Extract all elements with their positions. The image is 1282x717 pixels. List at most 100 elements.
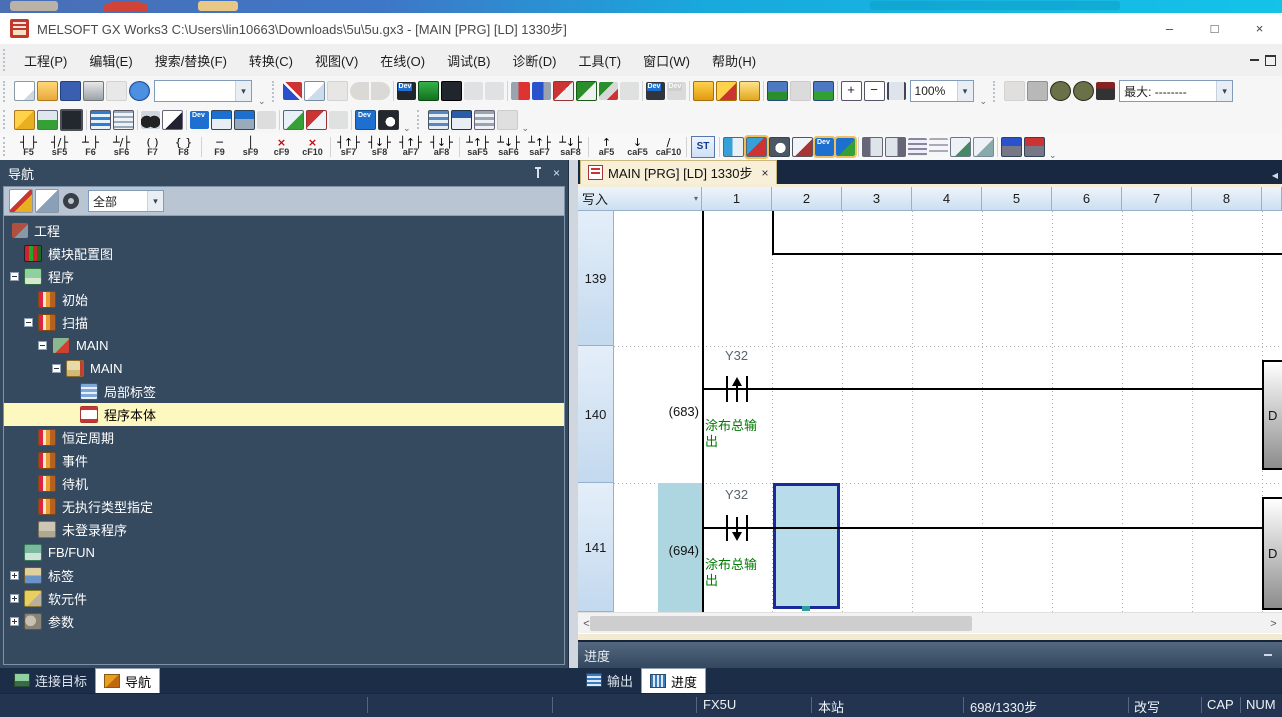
open-project-icon[interactable] — [37, 81, 58, 101]
ladder-rising-pulse-button[interactable]: ↑aF5 — [591, 134, 622, 159]
tree-filter-combobox[interactable]: 全部 ▾ — [88, 190, 164, 212]
tree-collapse-all-icon[interactable] — [35, 189, 59, 213]
ladder-closed-branch-button[interactable]: ┴/├sF6 — [106, 134, 137, 159]
undo-icon[interactable] — [350, 82, 369, 100]
zoom-in-icon[interactable]: + — [841, 81, 862, 101]
toolbar-overflow-icon[interactable]: ⌄ — [980, 96, 988, 106]
align-statements-icon[interactable] — [908, 138, 927, 156]
expand-icon[interactable] — [10, 617, 19, 626]
tree-item-project[interactable]: 工程 — [4, 219, 564, 242]
outline-window-icon[interactable] — [90, 110, 111, 130]
tree-item-fixed-scan[interactable]: 恒定周期 — [4, 426, 564, 449]
zoom-out-icon[interactable]: − — [864, 81, 885, 101]
ladder-grid[interactable]: 139 140 141 Y32 (683) 涂布总输出 D — [578, 211, 1282, 612]
find-next-icon[interactable] — [485, 82, 504, 100]
note-edit-icon[interactable] — [973, 137, 994, 157]
tree-item-program-body[interactable]: 程序本体 — [4, 403, 564, 426]
redo-icon[interactable] — [371, 82, 390, 100]
device-eye-icon[interactable]: Dev — [355, 110, 376, 130]
contact-device-label[interactable]: Y32 — [725, 487, 748, 502]
edit-annotation-icon[interactable] — [792, 137, 813, 157]
find-previous-icon[interactable] — [464, 82, 483, 100]
maximize-button[interactable]: □ — [1192, 13, 1237, 44]
menu-debug[interactable]: 调试(B) — [436, 44, 501, 76]
tree-item-program[interactable]: 程序 — [4, 265, 564, 288]
instruction-box-partial[interactable]: D — [1262, 360, 1282, 470]
ladder-falling-branch-alt-button[interactable]: ┴↓├saF8 — [555, 134, 586, 159]
device-find-highlight-icon[interactable]: Dev — [815, 138, 834, 156]
close-button[interactable]: × — [1237, 13, 1282, 44]
device-display-icon[interactable]: Dev — [646, 82, 665, 100]
tree-item-main-group[interactable]: MAIN — [4, 334, 564, 357]
collapse-statements-icon[interactable] — [929, 138, 948, 156]
ladder-falling-pulse-button[interactable]: ↓caF5 — [622, 134, 653, 159]
bookmark-clear-icon[interactable] — [1024, 137, 1045, 157]
mode-header-cell[interactable]: 写入 ▾ — [578, 187, 702, 211]
convert-online-icon[interactable] — [716, 81, 737, 101]
navigation-close-icon[interactable]: × — [553, 166, 560, 180]
dock-tab-connection[interactable]: 连接目标 — [6, 668, 95, 692]
toolbar-overflow-icon[interactable]: ⌄ — [403, 123, 411, 133]
minimize-button[interactable]: – — [1147, 13, 1192, 44]
tree-item-fbfun[interactable]: FB/FUN — [4, 541, 564, 564]
dock-tab-progress[interactable]: 进度 — [641, 668, 706, 693]
simulation-icon[interactable] — [813, 81, 834, 101]
ladder-falling-branch-button[interactable]: ┴↓├saF6 — [493, 134, 524, 159]
copy-icon[interactable] — [304, 81, 325, 101]
ladder-vline-button[interactable]: │sF9 — [235, 134, 266, 159]
paste-icon[interactable] — [327, 81, 348, 101]
collapse-icon[interactable] — [38, 341, 47, 350]
stop-block-icon[interactable] — [1027, 81, 1048, 101]
read-from-plc-icon[interactable] — [532, 82, 551, 100]
dropdown-arrow-icon[interactable]: ▾ — [1216, 81, 1232, 101]
find-in-window-icon[interactable] — [162, 110, 183, 130]
tree-sync-icon[interactable] — [9, 189, 33, 213]
window-list-icon[interactable] — [428, 110, 449, 130]
window-tile-icon[interactable] — [474, 110, 495, 130]
find-coil-icon[interactable] — [769, 137, 790, 157]
cut-icon[interactable] — [283, 82, 302, 100]
check-program-icon[interactable] — [1050, 81, 1071, 101]
print-icon[interactable] — [83, 81, 104, 101]
zoom-combobox[interactable]: 100% ▾ — [910, 80, 974, 102]
edit-wire-pen-icon[interactable] — [746, 137, 767, 157]
mdi-minimize-icon[interactable] — [1250, 59, 1259, 61]
convert-icon[interactable] — [693, 81, 714, 101]
dropdown-arrow-icon[interactable]: ▾ — [235, 81, 251, 101]
fit-width-icon[interactable] — [887, 82, 906, 100]
device-list-icon[interactable] — [211, 110, 232, 130]
menu-convert[interactable]: 转换(C) — [238, 44, 304, 76]
device-comment-icon[interactable]: Dev — [190, 111, 209, 129]
instruction-box-partial[interactable]: D — [1262, 497, 1282, 610]
monitor-start-icon[interactable] — [599, 82, 618, 100]
tree-item-device[interactable]: 软元件 — [4, 587, 564, 610]
contact-device-label[interactable]: Y32 — [725, 348, 748, 363]
progress-collapse-icon[interactable] — [1264, 654, 1272, 656]
monitor-stop-icon[interactable] — [620, 82, 639, 100]
dropdown-arrow-icon[interactable]: ▾ — [694, 194, 701, 203]
tree-item-main-block[interactable]: MAIN — [4, 357, 564, 380]
find-binoculars-icon[interactable] — [141, 111, 160, 129]
dropdown-arrow-icon[interactable]: ▾ — [147, 191, 163, 211]
menu-online[interactable]: 在线(O) — [369, 44, 436, 76]
monitor-write-mode-icon[interactable] — [790, 81, 811, 101]
menu-edit[interactable]: 编辑(E) — [78, 44, 143, 76]
dock-tab-output[interactable]: 输出 — [578, 668, 641, 692]
device-tree-icon[interactable] — [234, 110, 255, 130]
ladder-rising-contact-button[interactable]: ┤↑├sF7 — [333, 134, 364, 159]
enter-line-icon[interactable] — [1096, 82, 1115, 100]
tree-item-scan[interactable]: 扫描 — [4, 311, 564, 334]
panel-splitter[interactable] — [569, 160, 578, 668]
tree-item-parameter[interactable]: 参数 — [4, 610, 564, 633]
monitor-mode-icon[interactable] — [767, 81, 788, 101]
statement-icon[interactable] — [329, 111, 348, 129]
io-check-icon[interactable] — [306, 110, 327, 130]
paste-watch-icon[interactable] — [1004, 81, 1025, 101]
tree-item-initial[interactable]: 初始 — [4, 288, 564, 311]
rung-number-140[interactable]: 140 — [578, 346, 614, 483]
ladder-delete-vline-button[interactable]: ×cF10 — [297, 134, 328, 159]
find-contact-coil-icon[interactable] — [441, 81, 462, 101]
check-parameter-icon[interactable] — [1073, 81, 1094, 101]
ladder-delete-hline-button[interactable]: ×cF9 — [266, 134, 297, 159]
scrollbar-thumb[interactable] — [590, 616, 972, 631]
